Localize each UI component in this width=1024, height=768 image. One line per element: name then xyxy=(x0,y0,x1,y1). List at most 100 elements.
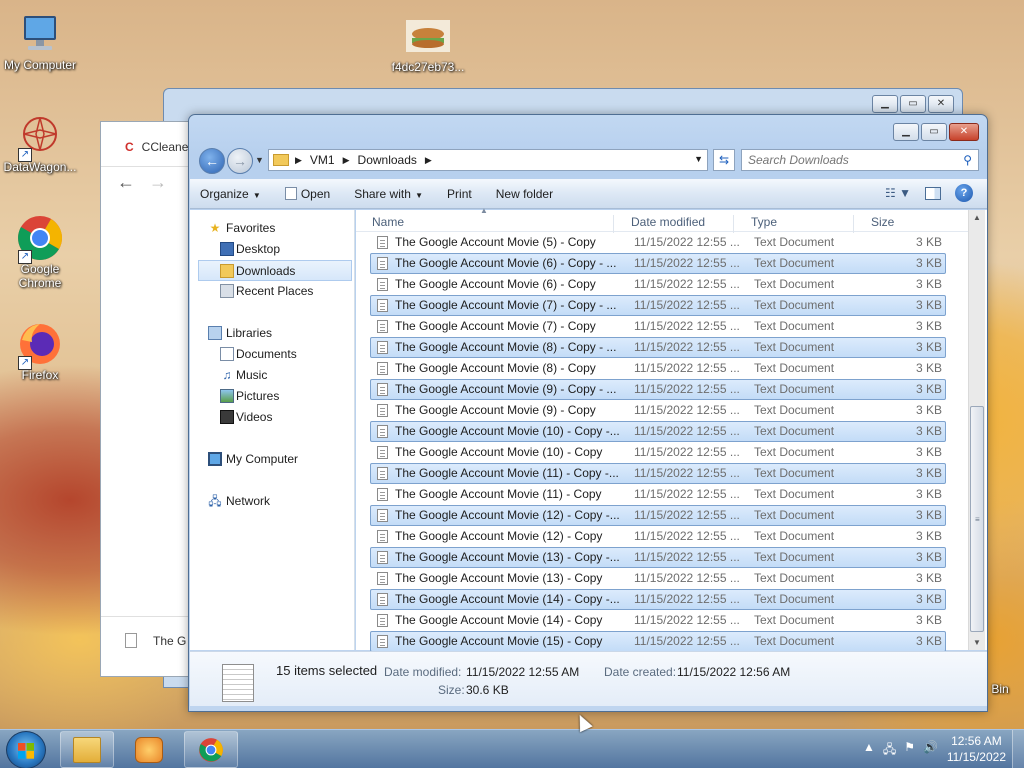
network-tray-icon[interactable]: 🖧 xyxy=(883,740,896,761)
maximize-button[interactable]: ▭ xyxy=(900,95,926,113)
scroll-up-icon[interactable]: ▲ xyxy=(973,213,981,222)
refresh-button[interactable]: ⇆ xyxy=(713,149,735,171)
nav-network[interactable]: 🖧 Network xyxy=(190,491,354,512)
text-file-icon xyxy=(377,383,388,396)
show-hidden-icons-icon[interactable]: ▲ xyxy=(863,740,875,761)
desktop-icon-firefox[interactable]: ↗ Firefox xyxy=(0,320,80,382)
file-row[interactable]: The Google Account Movie (14) - Copy -..… xyxy=(370,589,946,610)
vertical-scrollbar[interactable]: ▲ ≡ ▼ xyxy=(968,210,985,650)
forward-button[interactable]: → xyxy=(227,148,253,174)
nav-my-computer[interactable]: My Computer xyxy=(190,449,354,470)
nav-recent-places[interactable]: Recent Places xyxy=(190,281,354,302)
date-modified-label: Date modified: xyxy=(384,665,462,679)
preview-pane-icon[interactable] xyxy=(925,186,941,200)
recent-pages-dropdown-icon[interactable]: ▼ xyxy=(255,155,264,165)
clock[interactable]: 12:56 AM 11/15/2022 xyxy=(947,733,1006,765)
details-pane: 15 items selected Date modified: 11/15/2… xyxy=(190,651,987,706)
back-button[interactable]: ← xyxy=(199,148,225,174)
chrome-tab[interactable]: C CCleane xyxy=(125,140,188,154)
breadcrumb-separator-icon[interactable]: ▶ xyxy=(343,155,350,166)
nav-music[interactable]: ♫ Music xyxy=(190,365,354,386)
minimize-button[interactable]: ▁ xyxy=(872,95,898,113)
file-row[interactable]: The Google Account Movie (7) - Copy 11/15… xyxy=(370,316,946,337)
nav-favorites[interactable]: ★ Favorites xyxy=(190,218,354,239)
print-button[interactable]: Print xyxy=(447,187,472,201)
nav-pictures[interactable]: Pictures xyxy=(190,386,354,407)
nav-videos[interactable]: Videos xyxy=(190,407,354,428)
breadcrumb-vm1[interactable]: VM1 xyxy=(310,153,335,167)
file-row[interactable]: The Google Account Movie (10) - Copy 11/1… xyxy=(370,442,946,463)
file-row[interactable]: The Google Account Movie (14) - Copy 11/1… xyxy=(370,610,946,631)
show-desktop-button[interactable] xyxy=(1012,730,1024,768)
file-row[interactable]: The Google Account Movie (8) - Copy 11/15… xyxy=(370,358,946,379)
text-file-icon xyxy=(377,467,388,480)
breadcrumb-separator-icon[interactable]: ▶ xyxy=(425,155,432,166)
file-row[interactable]: The Google Account Movie (9) - Copy 11/15… xyxy=(370,400,946,421)
desktop-icon xyxy=(220,242,234,256)
file-row[interactable]: The Google Account Movie (11) - Copy -..… xyxy=(370,463,946,484)
file-row[interactable]: The Google Account Movie (12) - Copy 11/1… xyxy=(370,526,946,547)
file-row[interactable]: The Google Account Movie (11) - Copy 11/1… xyxy=(370,484,946,505)
volume-icon[interactable]: 🔊 xyxy=(923,740,938,761)
action-center-flag-icon[interactable]: ⚑ xyxy=(904,740,915,761)
text-file-icon xyxy=(377,425,388,438)
column-type[interactable]: Type xyxy=(735,215,854,233)
view-options-icon[interactable]: ☷ ▼ xyxy=(885,186,911,200)
file-row[interactable]: The Google Account Movie (6) - Copy - ..… xyxy=(370,253,946,274)
start-button[interactable] xyxy=(6,731,46,768)
file-row[interactable]: The Google Account Movie (13) - Copy 11/1… xyxy=(370,568,946,589)
browser-forward-icon[interactable]: → xyxy=(149,172,167,193)
column-date-modified[interactable]: Date modified xyxy=(615,215,734,233)
desktop-icon-image-file[interactable]: f4dc27eb73... xyxy=(388,12,468,74)
column-name[interactable]: Name xyxy=(356,215,614,233)
file-type: Text Document xyxy=(754,571,835,585)
nav-desktop[interactable]: Desktop xyxy=(190,239,354,260)
file-row[interactable]: The Google Account Movie (13) - Copy -..… xyxy=(370,547,946,568)
taskbar-media-player[interactable] xyxy=(122,731,176,768)
chrome-window[interactable]: C CCleane ← → The G xyxy=(100,121,201,677)
new-folder-button[interactable]: New folder xyxy=(496,187,553,201)
scrollbar-thumb[interactable]: ≡ xyxy=(970,406,984,632)
minimize-button[interactable]: ▁ xyxy=(893,123,919,141)
breadcrumb-separator-icon[interactable]: ▶ xyxy=(295,155,302,166)
search-input[interactable] xyxy=(748,153,948,167)
file-row[interactable]: The Google Account Movie (15) - Copy 11/1… xyxy=(370,631,946,652)
desktop-icon-datawagon[interactable]: ↗ DataWagon... xyxy=(0,112,80,174)
system-tray: ▲ 🖧 ⚑ 🔊 xyxy=(863,740,938,761)
desktop-icon-google-chrome[interactable]: ↗ Google Chrome xyxy=(0,214,80,290)
text-file-icon xyxy=(377,299,388,312)
explorer-window[interactable]: ▁ ▭ ✕ ← → ▼ ▶ VM1 ▶ Downloads ▶ ▼ ⇆ ⚲ Or… xyxy=(188,114,988,712)
file-row[interactable]: The Google Account Movie (6) - Copy 11/15… xyxy=(370,274,946,295)
browser-back-icon[interactable]: ← xyxy=(117,172,135,193)
close-button[interactable]: ✕ xyxy=(928,95,954,113)
file-row[interactable]: The Google Account Movie (9) - Copy - ..… xyxy=(370,379,946,400)
nav-documents[interactable]: Documents xyxy=(190,344,354,365)
nav-downloads[interactable]: Downloads xyxy=(198,260,352,281)
share-with-button[interactable]: Share with ▼ xyxy=(354,187,423,201)
breadcrumb-downloads[interactable]: Downloads xyxy=(358,153,417,167)
text-file-icon xyxy=(377,341,388,354)
text-file-icon xyxy=(377,572,388,585)
address-bar[interactable]: ▶ VM1 ▶ Downloads ▶ ▼ xyxy=(268,149,708,171)
file-date: 11/15/2022 12:55 ... xyxy=(634,466,740,480)
taskbar-chrome[interactable] xyxy=(184,731,238,768)
desktop-icon-my-computer[interactable]: My Computer xyxy=(0,10,80,72)
address-dropdown-icon[interactable]: ▼ xyxy=(694,154,703,164)
column-size[interactable]: Size xyxy=(855,215,955,233)
file-row[interactable]: The Google Account Movie (10) - Copy -..… xyxy=(370,421,946,442)
taskbar-explorer[interactable] xyxy=(60,731,114,768)
file-row[interactable]: The Google Account Movie (8) - Copy - ..… xyxy=(370,337,946,358)
scroll-down-icon[interactable]: ▼ xyxy=(973,638,981,647)
close-button[interactable]: ✕ xyxy=(949,123,979,141)
open-button[interactable]: Open xyxy=(284,186,330,201)
help-icon[interactable]: ? xyxy=(955,184,973,202)
file-row[interactable]: The Google Account Movie (12) - Copy -..… xyxy=(370,505,946,526)
search-box[interactable]: ⚲ xyxy=(741,149,979,171)
download-item-label[interactable]: The G xyxy=(153,634,186,648)
maximize-button[interactable]: ▭ xyxy=(921,123,947,141)
file-row[interactable]: The Google Account Movie (7) - Copy - ..… xyxy=(370,295,946,316)
file-row[interactable]: The Google Account Movie (5) - Copy 11/15… xyxy=(370,232,946,253)
file-size: 3 KB xyxy=(915,319,942,333)
nav-libraries[interactable]: Libraries xyxy=(190,323,354,344)
organize-button[interactable]: Organize ▼ xyxy=(200,187,261,201)
